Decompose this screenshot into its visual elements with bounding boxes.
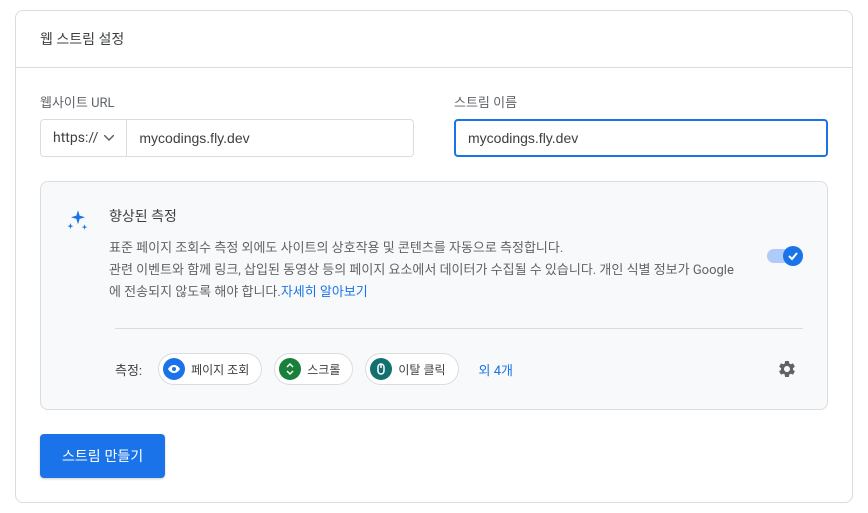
url-input[interactable]	[127, 119, 414, 157]
eye-icon	[163, 358, 185, 380]
scroll-icon	[279, 358, 301, 380]
enhanced-measurement-toggle[interactable]	[767, 246, 803, 266]
chevron-down-icon	[104, 135, 114, 141]
panel-content: 웹사이트 URL https:// 스트림 이름	[16, 68, 852, 502]
mouse-icon	[370, 358, 392, 380]
stream-name-input[interactable]	[454, 119, 828, 157]
stream-name-label: 스트림 이름	[454, 92, 828, 111]
settings-button[interactable]	[771, 353, 803, 385]
check-icon	[787, 250, 799, 262]
create-stream-button[interactable]: 스트림 만들기	[40, 434, 165, 478]
toggle-thumb	[783, 246, 803, 266]
panel-title: 웹 스트림 설정	[16, 11, 852, 68]
gear-icon	[777, 359, 797, 379]
form-row: 웹사이트 URL https:// 스트림 이름	[40, 92, 828, 157]
chip-label: 이탈 클릭	[398, 361, 445, 378]
chip-scroll: 스크롤	[274, 353, 353, 385]
measurement-row: 측정: 페이지 조회 스크롤	[115, 353, 803, 385]
measurement-label: 측정:	[115, 360, 142, 379]
enhanced-measurement-description: 표준 페이지 조회수 측정 외에도 사이트의 상호작용 및 콘텐츠를 자동으로 …	[109, 238, 743, 304]
chip-label: 스크롤	[307, 361, 340, 378]
chip-page-views: 페이지 조회	[158, 353, 262, 385]
url-label: 웹사이트 URL	[40, 92, 414, 111]
card-description-row: 표준 페이지 조회수 측정 외에도 사이트의 상호작용 및 콘텐츠를 자동으로 …	[109, 238, 803, 304]
description-line-1: 표준 페이지 조회수 측정 외에도 사이트의 상호작용 및 콘텐츠를 자동으로 …	[109, 241, 563, 256]
chip-outbound-clicks: 이탈 클릭	[365, 353, 458, 385]
enhanced-measurement-title: 향상된 측정	[109, 206, 803, 226]
more-measurements-link[interactable]: 외 4개	[479, 360, 513, 379]
description-line-2: 관련 이벤트와 함께 링크, 삽입된 동영상 등의 페이지 요소에서 데이터가 …	[109, 263, 734, 300]
protocol-dropdown[interactable]: https://	[40, 119, 127, 157]
sparkle-icon	[65, 208, 91, 238]
url-form-group: 웹사이트 URL https://	[40, 92, 414, 157]
divider	[115, 328, 803, 329]
web-stream-settings-panel: 웹 스트림 설정 웹사이트 URL https:// 스트림 이름	[15, 10, 853, 503]
url-input-group: https://	[40, 119, 414, 157]
card-header: 향상된 측정 표준 페이지 조회수 측정 외에도 사이트의 상호작용 및 콘텐츠…	[65, 206, 803, 304]
enhanced-measurement-card: 향상된 측정 표준 페이지 조회수 측정 외에도 사이트의 상호작용 및 콘텐츠…	[40, 181, 828, 410]
protocol-value: https://	[53, 130, 98, 146]
learn-more-link[interactable]: 자세히 알아보기	[281, 285, 368, 300]
chip-label: 페이지 조회	[191, 361, 249, 378]
stream-name-form-group: 스트림 이름	[454, 92, 828, 157]
card-body: 향상된 측정 표준 페이지 조회수 측정 외에도 사이트의 상호작용 및 콘텐츠…	[109, 206, 803, 304]
